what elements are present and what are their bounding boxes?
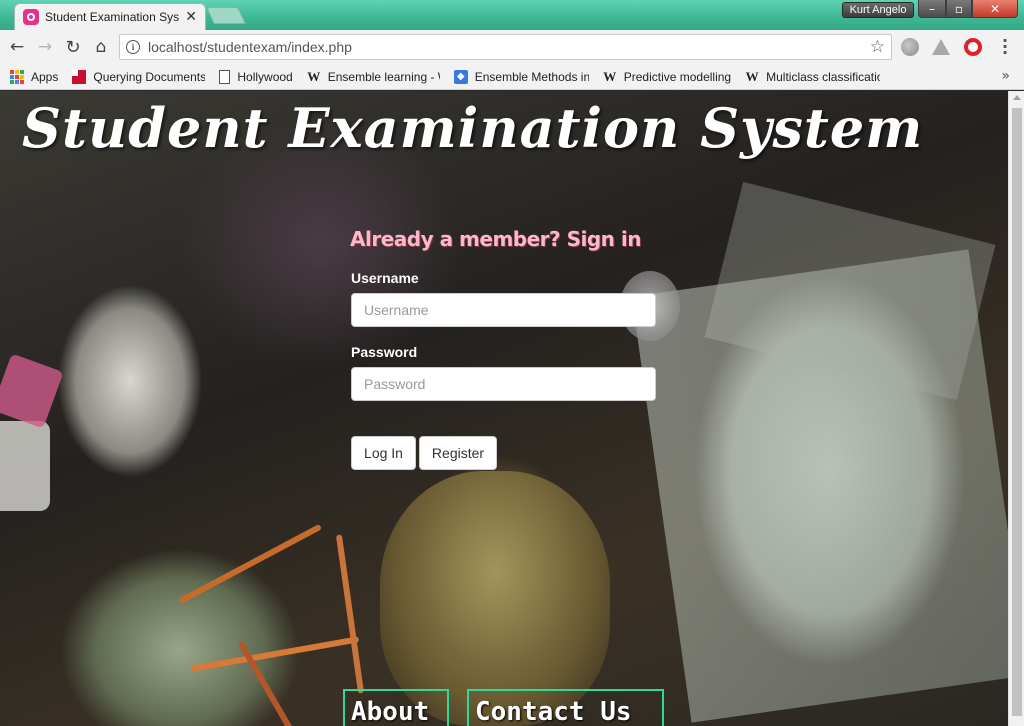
more-bookmarks-chevron-icon[interactable]: » [1001,68,1010,84]
url-text[interactable]: localhost/studentexam/index.php [148,39,352,55]
background-pencil [335,534,365,694]
browser-menu-icon[interactable]: · · · [997,33,1013,61]
scrollbar-thumb[interactable] [1012,108,1022,716]
background-book [631,249,1008,723]
login-button[interactable]: Log In [351,436,416,470]
bookmark-label: Querying Documents [93,69,206,84]
wikipedia-icon: W [307,68,321,84]
scroll-up-arrow-icon[interactable] [1013,95,1021,100]
forward-arrow-icon[interactable]: → [34,36,56,58]
bookmark-predictive-modelling[interactable]: W Predictive modelling [603,68,732,84]
bookmark-label: Ensemble Methods in [474,69,589,84]
page-title: Student Examination System [22,96,924,160]
tab-close-icon[interactable]: ✕ [185,9,197,25]
bookmark-label: Hollywood [237,69,293,84]
bookmark-label: Multiclass classification [766,69,881,84]
bookmark-label: Predictive modelling [623,69,732,84]
page-scrollbar[interactable] [1008,91,1024,726]
back-arrow-icon[interactable]: ← [6,36,28,58]
bookmark-ensemble-methods[interactable]: ◆ Ensemble Methods in [453,69,589,84]
bookmark-apps[interactable]: Apps [10,69,59,84]
background-marker [0,353,64,429]
bookmarks-bar: Apps Querying Documents Hollywood W Ense… [0,64,1024,90]
browser-toolbar: ← → ↻ ⌂ i localhost/studentexam/index.ph… [0,30,1024,64]
contact-us-link[interactable]: Contact Us [467,689,664,726]
tab-title: Student Examination System [45,10,180,24]
window-titlebar: Student Examination System ✕ Kurt Angelo… [0,0,1024,30]
apps-grid-icon [10,69,24,84]
bookmark-multiclass-classification[interactable]: W Multiclass classification [745,68,881,84]
browser-tab[interactable]: Student Examination System ✕ [14,3,206,30]
maximize-button[interactable]: ▫ [946,0,972,18]
address-bar[interactable]: i localhost/studentexam/index.php ☆ [119,34,892,60]
bookmark-label: Apps [31,69,59,84]
background-cup [0,421,50,511]
signin-heading: Already a member? Sign in [350,227,641,251]
page-background-image [0,91,1008,726]
bookmark-querying-documents[interactable]: Querying Documents [72,69,206,84]
register-button[interactable]: Register [419,436,497,470]
bookmark-star-icon[interactable]: ☆ [870,37,885,57]
extension-gray-icon[interactable] [901,38,919,56]
password-input[interactable] [351,367,656,401]
wikipedia-icon: W [603,68,617,84]
bookmark-ensemble-learning[interactable]: W Ensemble learning - Wikipedia [307,68,440,84]
bookmark-hollywood[interactable]: Hollywood [219,69,293,84]
page-icon [219,69,231,84]
blue-diamond-icon: ◆ [453,69,468,84]
wikipedia-icon: W [745,68,759,84]
home-icon[interactable]: ⌂ [90,36,112,58]
about-link[interactable]: About [343,689,449,726]
background-pencil [190,636,360,672]
new-tab-button[interactable] [206,7,246,24]
opera-icon[interactable] [964,38,982,56]
reload-icon[interactable]: ↻ [62,36,84,58]
drive-icon[interactable] [932,39,950,55]
username-label: Username [351,270,419,286]
site-favicon-icon [23,9,39,25]
password-label: Password [351,344,418,360]
profile-user-badge[interactable]: Kurt Angelo [842,2,914,18]
red-square-icon [72,69,87,84]
username-input[interactable] [351,293,656,327]
close-window-button[interactable]: ✕ [972,0,1018,18]
background-pencil [177,523,323,605]
bookmark-label: Ensemble learning - Wikipedia [327,69,440,84]
minimize-button[interactable]: – [918,0,946,18]
site-info-icon[interactable]: i [126,40,140,54]
background-person-head [380,471,610,726]
